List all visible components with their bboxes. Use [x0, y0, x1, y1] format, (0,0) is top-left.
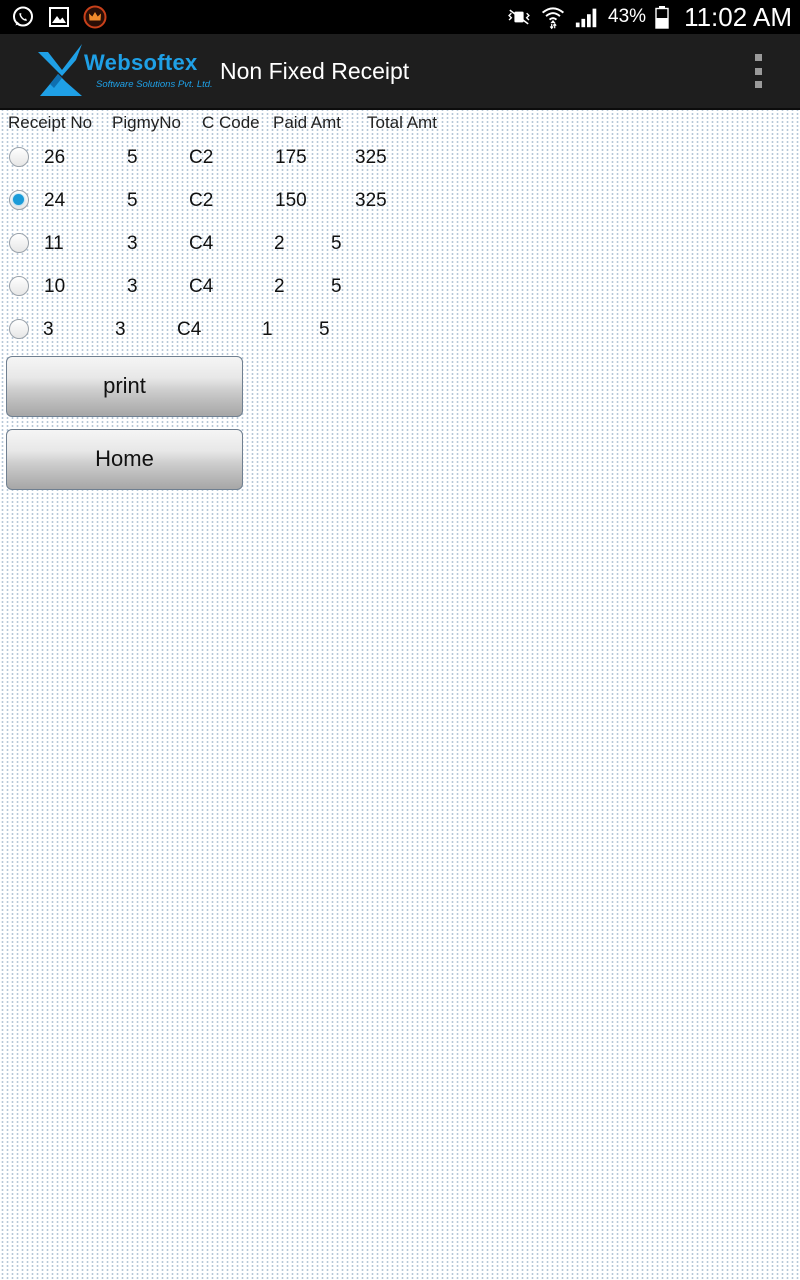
cell-pigmy-no: 5 — [127, 190, 138, 211]
cell-c-code: C4 — [189, 233, 214, 254]
cell-paid-amt: 175 — [275, 147, 307, 168]
cell-total-amt: 325 — [355, 147, 387, 168]
clock: 11:02 AM — [684, 1, 792, 32]
status-bar: 43% 11:02 AM — [0, 0, 800, 34]
header-pigmy-no: PigmyNo — [112, 113, 181, 132]
system-status: 43% 11:02 AM — [506, 0, 792, 34]
action-bar: Websoftex Software Solutions Pvt. Ltd. N… — [0, 34, 800, 110]
whatsapp-icon — [10, 4, 36, 30]
websoftex-logo[interactable]: Websoftex Software Solutions Pvt. Ltd. — [36, 44, 213, 98]
signal-icon — [574, 4, 600, 30]
receipt-row[interactable]: 24 5 C2 150 325 — [0, 184, 420, 218]
cell-pigmy-no: 5 — [127, 147, 138, 168]
cell-receipt-no: 24 — [44, 190, 66, 211]
logo-tagline: Software Solutions Pvt. Ltd. — [96, 79, 213, 90]
cell-receipt-no: 3 — [43, 319, 54, 340]
receipt-radio[interactable] — [9, 319, 29, 339]
receipt-radio[interactable] — [9, 276, 29, 296]
wifi-icon — [540, 4, 566, 30]
cell-paid-amt: 2 — [274, 276, 285, 297]
battery-icon — [654, 4, 670, 30]
cell-c-code: C2 — [189, 147, 214, 168]
gallery-icon — [46, 4, 72, 30]
logo-brand-text: Websoftex — [84, 50, 198, 75]
cell-receipt-no: 11 — [44, 233, 64, 254]
page-title: Non Fixed Receipt — [220, 58, 410, 84]
vibrate-mute-icon — [506, 4, 532, 30]
cell-c-code: C4 — [189, 276, 214, 297]
header-paid-amt: Paid Amt — [273, 113, 342, 132]
overflow-menu-icon[interactable] — [748, 54, 768, 88]
receipt-row[interactable]: 3 3 C4 1 5 — [0, 313, 420, 347]
receipt-row[interactable]: 10 3 C4 2 5 — [0, 270, 420, 304]
receipt-radio[interactable] — [9, 190, 29, 210]
cell-pigmy-no: 3 — [127, 233, 138, 254]
cell-total-amt: 5 — [331, 233, 342, 254]
cell-total-amt: 5 — [319, 319, 330, 340]
header-receipt-no: Receipt No — [8, 113, 93, 132]
notification-icons — [10, 4, 108, 30]
cell-pigmy-no: 3 — [127, 276, 138, 297]
crown-app-icon — [82, 4, 108, 30]
cell-c-code: C2 — [189, 190, 214, 211]
receipt-radio[interactable] — [9, 147, 29, 167]
receipt-row[interactable]: 26 5 C2 175 325 — [0, 141, 420, 175]
cell-total-amt: 5 — [331, 276, 342, 297]
cell-receipt-no: 26 — [44, 147, 66, 168]
cell-paid-amt: 2 — [274, 233, 285, 254]
header-c-code: C Code — [202, 113, 260, 132]
cell-total-amt: 325 — [355, 190, 387, 211]
receipt-radio[interactable] — [9, 233, 29, 253]
header-total-amt: Total Amt — [367, 113, 437, 132]
cell-receipt-no: 10 — [44, 276, 66, 297]
receipt-row[interactable]: 11 3 C4 2 5 — [0, 227, 420, 261]
print-button[interactable]: print — [6, 356, 243, 417]
home-button[interactable]: Home — [6, 429, 243, 490]
cell-paid-amt: 150 — [275, 190, 307, 211]
cell-pigmy-no: 3 — [115, 319, 126, 340]
battery-percent: 43% — [608, 6, 647, 27]
cell-c-code: C4 — [177, 319, 202, 340]
cell-paid-amt: 1 — [262, 319, 273, 340]
